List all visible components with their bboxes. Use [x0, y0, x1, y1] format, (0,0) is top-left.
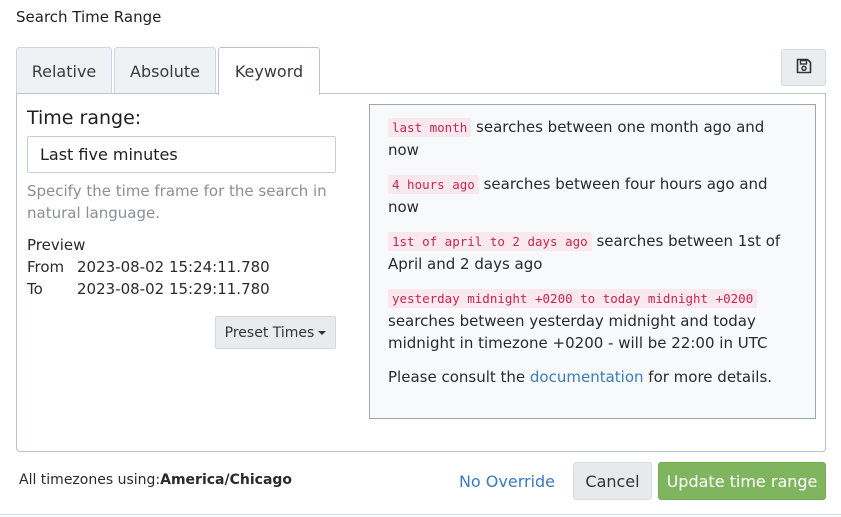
example-code: 1st of april to 2 days ago	[388, 232, 592, 251]
keyword-panel: Time range: Specify the time frame for t…	[16, 93, 826, 452]
time-range-input[interactable]	[27, 136, 336, 173]
example-code: last month	[388, 118, 472, 137]
example-text: searches between yesterday midnight and …	[388, 312, 768, 352]
modal-footer: All timezones using:America/Chicago No O…	[0, 462, 841, 500]
example-item: 1st of april to 2 days ago searches betw…	[388, 230, 797, 275]
consult-note: Please consult the documentation for mor…	[388, 366, 797, 388]
preview-from-value: 2023-08-02 15:24:11.780	[77, 258, 270, 276]
example-item: 4 hours ago searches between four hours …	[388, 173, 797, 218]
timezone-prefix: All timezones using:	[19, 472, 161, 488]
divider	[0, 514, 841, 515]
floppy-disk-icon	[796, 58, 812, 78]
preview: Preview From 2023-08-02 15:24:11.780 To …	[27, 234, 337, 300]
tab-keyword[interactable]: Keyword	[218, 47, 320, 95]
update-time-range-button[interactable]: Update time range	[658, 462, 826, 500]
tab-relative[interactable]: Relative	[16, 47, 112, 94]
example-code: 4 hours ago	[388, 175, 479, 194]
preview-to-value: 2023-08-02 15:29:11.780	[77, 280, 270, 298]
preview-to-label: To	[27, 280, 43, 298]
timezone-value: America/Chicago	[160, 472, 293, 488]
keyword-form: Time range: Specify the time frame for t…	[27, 104, 337, 349]
preview-from-label: From	[27, 258, 65, 276]
modal-title: Search Time Range	[16, 8, 162, 26]
preview-to-row: To 2023-08-02 15:29:11.780	[27, 278, 337, 300]
preset-times-label: Preset Times	[224, 324, 315, 341]
preview-from-row: From 2023-08-02 15:24:11.780	[27, 256, 337, 278]
documentation-link[interactable]: documentation	[530, 368, 644, 386]
keyword-examples: last month searches between one month ag…	[369, 104, 816, 419]
example-code: yesterday midnight +0200 to today midnig…	[388, 289, 758, 308]
preview-title: Preview	[27, 236, 86, 254]
tab-bar: Relative Absolute Keyword	[16, 47, 826, 95]
example-item: yesterday midnight +0200 to today midnig…	[388, 287, 797, 354]
consult-before: Please consult the	[388, 368, 530, 386]
no-override-button[interactable]: No Override	[449, 462, 565, 500]
example-item: last month searches between one month ag…	[388, 116, 797, 161]
save-button[interactable]	[781, 49, 826, 86]
timezone-note: All timezones using:America/Chicago	[19, 472, 292, 488]
caret-down-icon	[318, 330, 327, 335]
consult-after: for more details.	[643, 368, 773, 386]
preset-times-button[interactable]: Preset Times	[215, 316, 336, 349]
cancel-button[interactable]: Cancel	[573, 462, 652, 500]
tab-absolute[interactable]: Absolute	[114, 47, 216, 94]
time-range-help: Specify the time frame for the search in…	[27, 182, 327, 222]
time-range-label: Time range:	[27, 107, 142, 129]
